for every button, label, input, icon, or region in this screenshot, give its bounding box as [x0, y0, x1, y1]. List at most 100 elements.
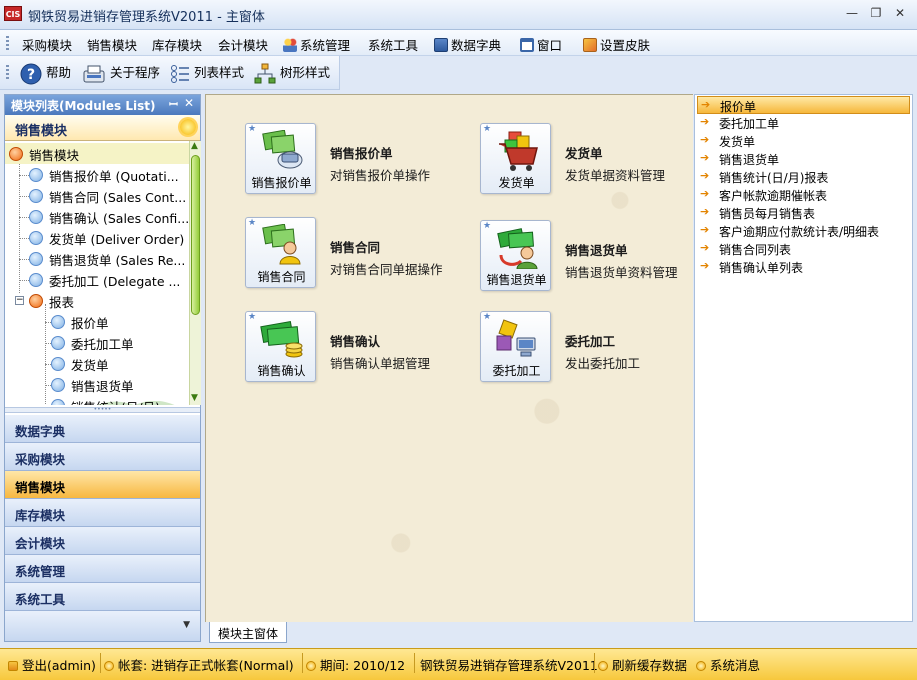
menu-system-admin-label: 系统管理: [300, 38, 351, 53]
pin-icon[interactable]: ꟷ: [169, 97, 178, 112]
sun-icon: [180, 119, 196, 135]
status-refresh-cache[interactable]: 刷新缓存数据: [598, 655, 687, 674]
module-button-sales[interactable]: 销售模块: [5, 471, 200, 499]
arrow-right-icon: ➔: [700, 259, 710, 272]
tab-module-main-window[interactable]: 模块主窗体: [209, 622, 288, 643]
confirm-title[interactable]: 销售确认: [330, 331, 380, 350]
item-bullet-icon: [29, 210, 43, 224]
tree-item-label: 发货单: [71, 358, 109, 373]
module-list-title: 模块列表(Modules List): [11, 99, 156, 113]
tree-item-sales-module[interactable]: 销售模块: [5, 143, 189, 164]
menu-system-tools[interactable]: 系统工具: [368, 35, 418, 54]
menu-accounting[interactable]: 会计模块: [218, 35, 268, 54]
panel-splitter[interactable]: •••••: [5, 407, 200, 413]
tree-item-report-stats[interactable]: 销售统计(日/月): [5, 395, 189, 405]
tree-item-quotation[interactable]: 销售报价单 (Quotati...: [5, 164, 189, 185]
delegate-process-icon: [496, 319, 536, 357]
restore-button[interactable]: ❐: [866, 6, 886, 22]
tree-item-label: 销售统计(日/月): [71, 397, 160, 405]
tree-item-sales-confirm[interactable]: 销售确认 (Sales Confi...: [5, 206, 189, 227]
window-title: 钢铁贸易进销存管理系统V2011 - 主窗体: [28, 10, 265, 25]
user-icon: [8, 661, 18, 671]
return-desc: 销售退货单资料管理: [565, 265, 678, 280]
status-system-message[interactable]: 系统消息: [696, 655, 760, 674]
menu-inventory[interactable]: 库存模块: [152, 35, 202, 54]
menu-window[interactable]: 窗口: [520, 35, 562, 54]
tree-item-report-quotation[interactable]: 报价单: [5, 311, 189, 332]
current-module-section[interactable]: 销售模块: [5, 115, 200, 141]
menu-sales[interactable]: 销售模块: [87, 35, 137, 54]
tree-item-label: 发货单 (Deliver Order): [49, 232, 185, 247]
list-style-button[interactable]: 列表样式: [170, 62, 244, 85]
item-bullet-icon: [51, 378, 65, 392]
scroll-down-icon[interactable]: ▼: [191, 393, 198, 403]
report-item-delegate[interactable]: ➔ 委托加工单: [697, 114, 910, 132]
minimize-button[interactable]: —: [842, 6, 862, 22]
tree-item-label: 报价单: [71, 316, 109, 331]
confirm-tile[interactable]: ★ 销售确认: [245, 311, 316, 382]
tree-scrollbar[interactable]: ▲ ▼: [189, 141, 201, 405]
return-tile[interactable]: ★ 销售退货单: [480, 220, 551, 291]
item-bullet-icon: [29, 273, 43, 287]
panel-close-icon[interactable]: ✕: [184, 96, 194, 110]
tree-item-delegate[interactable]: 委托加工 (Delegate ...: [5, 269, 189, 290]
module-button-system-tools[interactable]: 系统工具: [5, 583, 200, 611]
module-button-purchase[interactable]: 采购模块: [5, 443, 200, 471]
help-button[interactable]: ? 帮助: [20, 62, 71, 85]
tree-item-report-deliver[interactable]: 发货单: [5, 353, 189, 374]
delegate-desc: 发出委托加工: [565, 356, 641, 371]
list-icon: [171, 64, 189, 83]
about-button[interactable]: 关于程序: [82, 62, 160, 85]
delegate-title[interactable]: 委托加工: [565, 331, 615, 350]
quotation-tile[interactable]: ★ 销售报价单: [245, 123, 316, 194]
tree-item-reports[interactable]: − 报表: [5, 290, 189, 311]
return-title[interactable]: 销售退货单: [565, 240, 628, 259]
tree-item-report-delegate[interactable]: 委托加工单: [5, 332, 189, 353]
tree-style-button[interactable]: 树形样式: [254, 62, 330, 85]
help-icon: ?: [20, 63, 42, 84]
menubar-grip[interactable]: [6, 36, 9, 50]
deliver-tile[interactable]: ★ 发货单: [480, 123, 551, 194]
skin-icon: [583, 38, 597, 52]
menu-purchase[interactable]: 采购模块: [22, 35, 72, 54]
tree-item-label: 销售退货单: [71, 379, 134, 394]
tree-item-sales-return[interactable]: 销售退货单 (Sales Re...: [5, 248, 189, 269]
scroll-thumb[interactable]: [191, 155, 200, 315]
report-item-confirm-list[interactable]: ➔ 销售确认单列表: [697, 258, 910, 276]
report-item-return[interactable]: ➔ 销售退货单: [697, 150, 910, 168]
quotation-icon: [262, 130, 303, 169]
contract-title[interactable]: 销售合同: [330, 237, 380, 256]
collapse-toggle-icon[interactable]: −: [15, 296, 24, 305]
module-button-accounting[interactable]: 会计模块: [5, 527, 200, 555]
report-item-stats[interactable]: ➔ 销售统计(日/月)报表: [697, 168, 910, 186]
scroll-up-icon[interactable]: ▲: [191, 141, 198, 151]
return-tile-label: 销售退货单: [486, 273, 547, 287]
tree-item-report-return[interactable]: 销售退货单: [5, 374, 189, 395]
report-item-payable[interactable]: ➔ 客户逾期应付款统计表/明细表: [697, 222, 910, 240]
module-button-inventory[interactable]: 库存模块: [5, 499, 200, 527]
tree-item-deliver-order[interactable]: 发货单 (Deliver Order): [5, 227, 189, 248]
report-item-deliver[interactable]: ➔ 发货单: [697, 132, 910, 150]
status-logout[interactable]: 登出(admin): [8, 655, 96, 674]
arrow-right-icon: ➔: [700, 151, 710, 164]
close-button[interactable]: ✕: [890, 6, 910, 22]
module-tree: 销售模块 销售报价单 (Quotati... 销售合同 (Sales Cont.…: [5, 141, 189, 405]
toolbar-grip[interactable]: [6, 65, 9, 81]
report-item-salesperson[interactable]: ➔ 销售员每月销售表: [697, 204, 910, 222]
delegate-tile[interactable]: ★ 委托加工: [480, 311, 551, 382]
dictionary-icon: [434, 38, 448, 52]
module-button-system-admin[interactable]: 系统管理: [5, 555, 200, 583]
report-item-contract-list[interactable]: ➔ 销售合同列表: [697, 240, 910, 258]
tree-item-sales-contract[interactable]: 销售合同 (Sales Cont...: [5, 185, 189, 206]
status-bar: 登出(admin) 帐套: 进销存正式帐套(Normal) 期间: 2010/1…: [0, 648, 917, 680]
menu-data-dictionary[interactable]: 数据字典: [434, 35, 501, 54]
deliver-title[interactable]: 发货单: [565, 143, 603, 162]
module-button-data-dictionary[interactable]: 数据字典: [5, 415, 200, 443]
menu-set-skin[interactable]: 设置皮肤: [583, 35, 650, 54]
report-item-quotation[interactable]: ➔ 报价单: [697, 96, 910, 114]
report-item-overdue[interactable]: ➔ 客户帐款逾期催帐表: [697, 186, 910, 204]
contract-tile[interactable]: ★ 销售合同: [245, 217, 316, 288]
quotation-title[interactable]: 销售报价单: [330, 143, 393, 162]
menu-system-admin[interactable]: 系统管理: [283, 35, 350, 54]
chevron-down-icon[interactable]: ▼: [183, 620, 190, 630]
